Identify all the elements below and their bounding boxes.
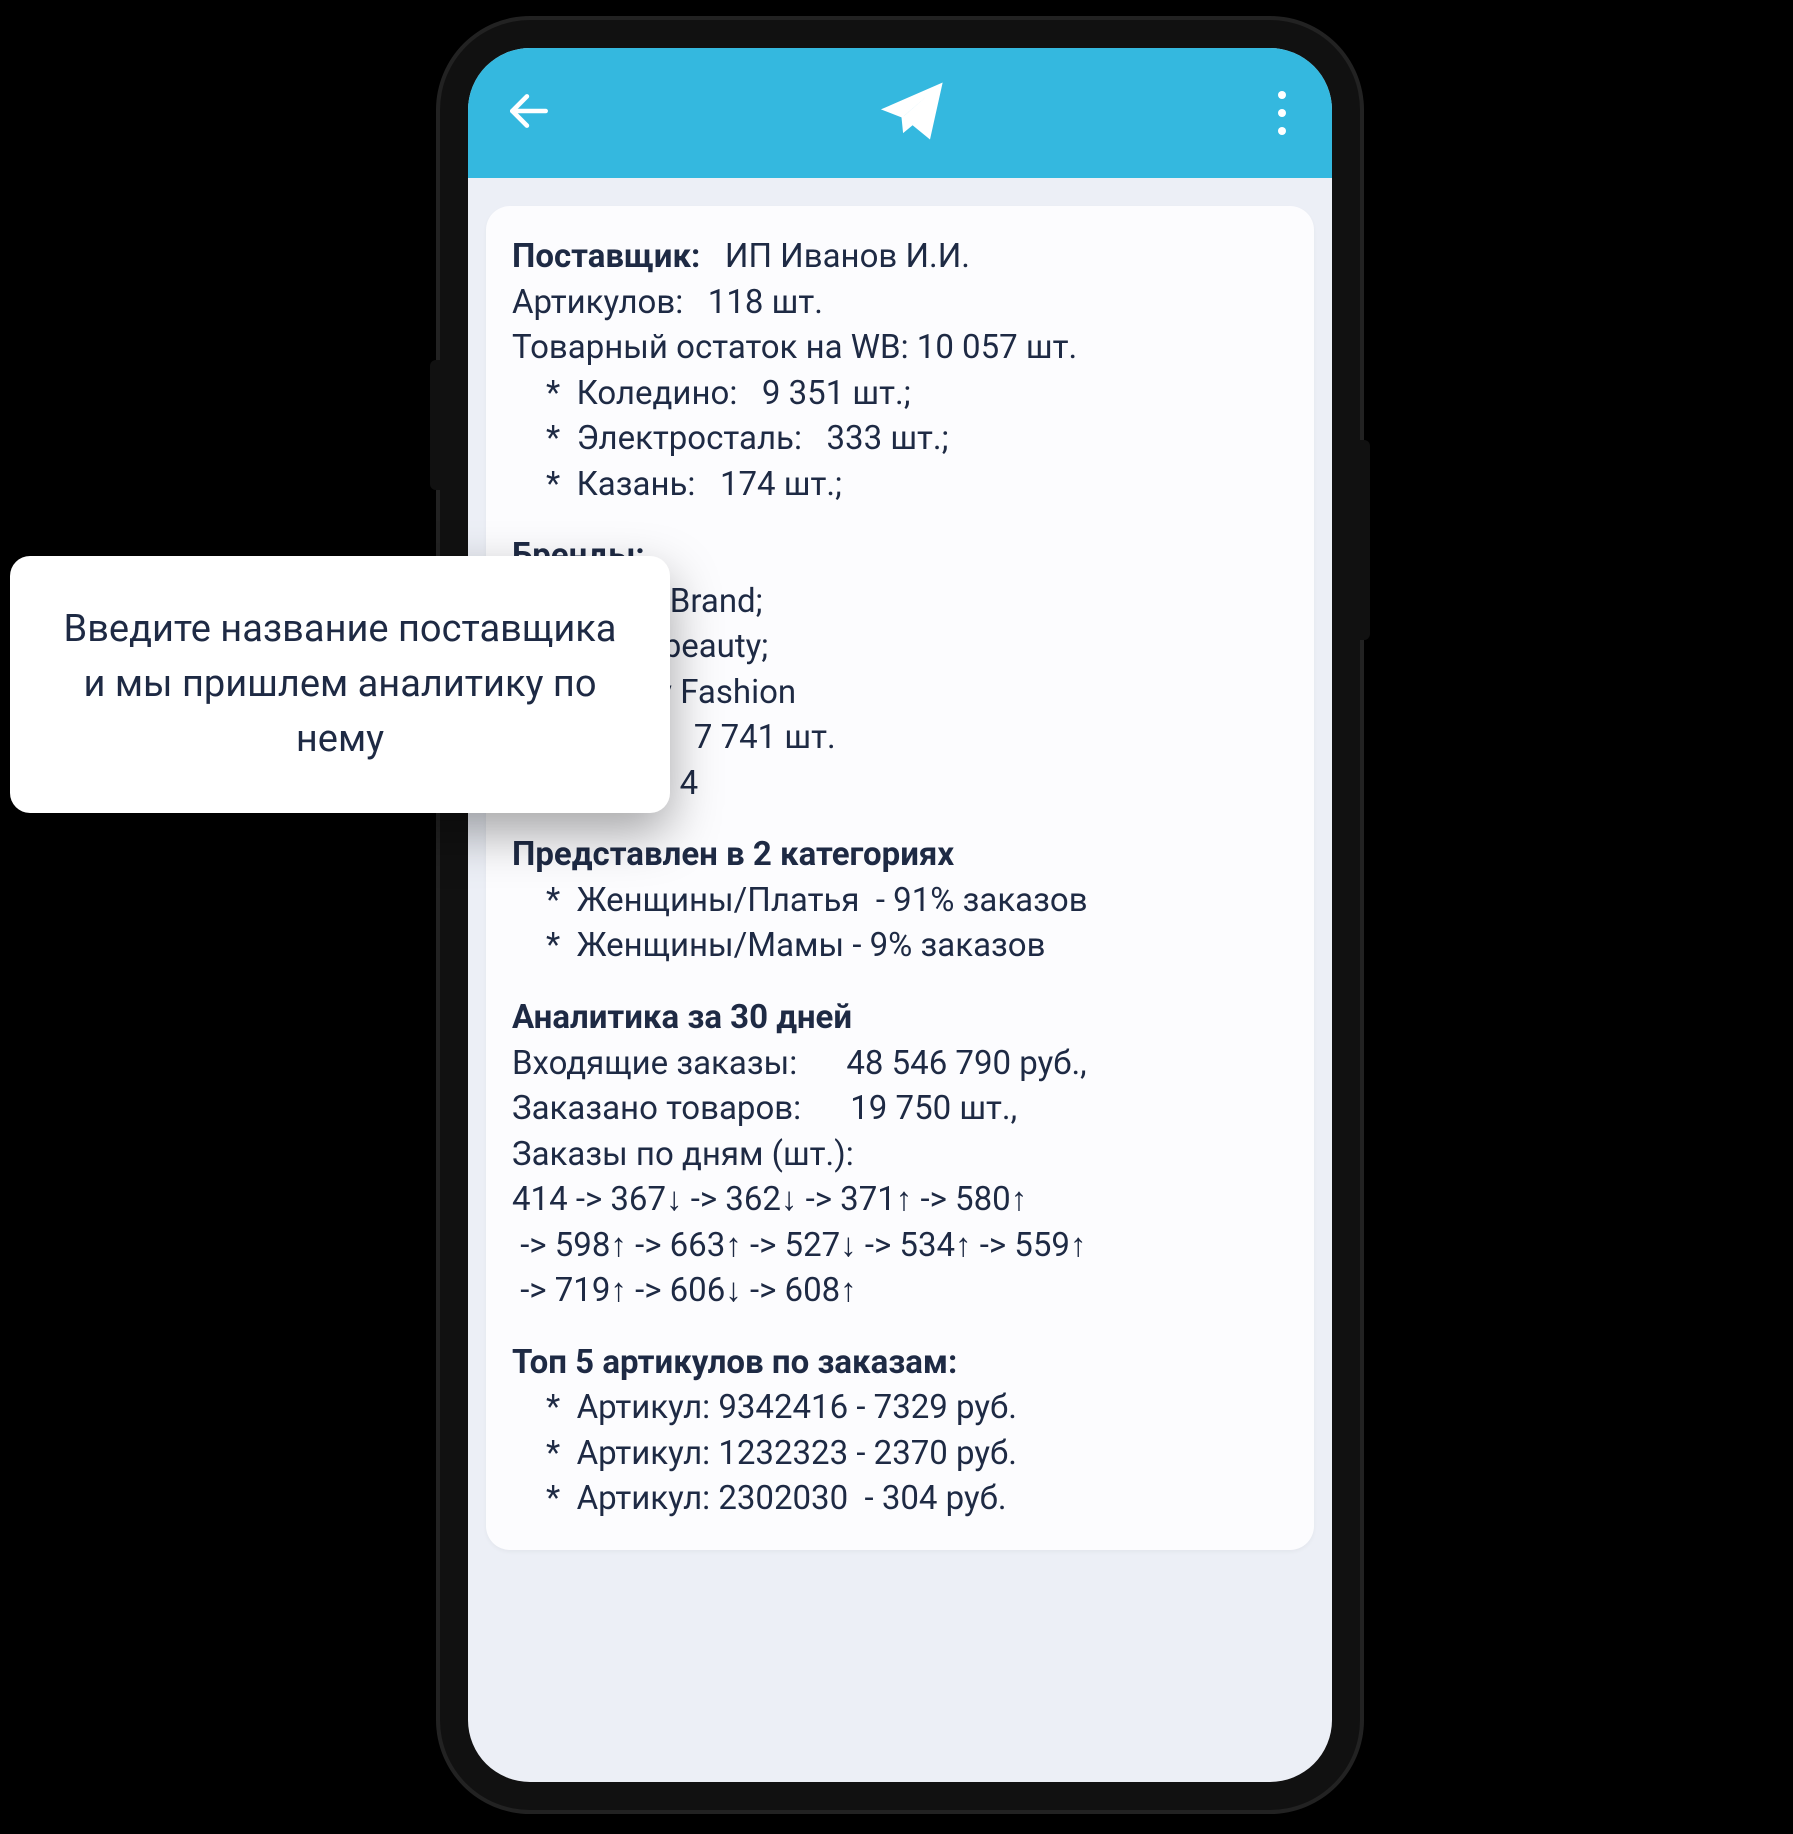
top5-header: Топ 5 артикулов по заказам: [512, 1340, 1288, 1386]
daily-line: -> 719↑ -> 606↓ -> 608↑ [512, 1268, 1288, 1314]
stock-row: Товарный остаток на WB: 10 057 шт. [512, 325, 1288, 371]
dot-icon [1278, 91, 1286, 99]
category-item: Женщины/Платья - 91% заказов [546, 878, 1288, 924]
incoming-row: Входящие заказы: 48 546 790 руб., [512, 1041, 1288, 1087]
dot-icon [1278, 109, 1286, 117]
daily-line: 414 -> 367↓ -> 362↓ -> 371↑ -> 580↑ [512, 1177, 1288, 1223]
phone-power-button [1360, 440, 1370, 640]
tooltip-card: Введите название поставщика и мы пришлем… [10, 556, 670, 813]
tooltip-text: Введите название поставщика и мы пришлем… [50, 602, 630, 767]
articles-row: Артикулов: 118 шт. [512, 280, 1288, 326]
chat-area: Поставщик: ИП Иванов И.И. Артикулов: 118… [468, 178, 1332, 1782]
phone-frame: Поставщик: ИП Иванов И.И. Артикулов: 118… [440, 20, 1360, 1810]
top5-list: Артикул: 9342416 - 7329 руб. Артикул: 12… [512, 1385, 1288, 1522]
phone-volume-button [430, 360, 440, 490]
phone-screen: Поставщик: ИП Иванов И.И. Артикулов: 118… [468, 48, 1332, 1782]
app-header [468, 48, 1332, 178]
ordered-row: Заказано товаров: 19 750 шт., [512, 1086, 1288, 1132]
top5-item: Артикул: 1232323 - 2370 руб. [546, 1431, 1288, 1477]
category-item: Женщины/Мамы - 9% заказов [546, 923, 1288, 969]
message-bubble: Поставщик: ИП Иванов И.И. Артикулов: 118… [486, 206, 1314, 1550]
supplier-row: Поставщик: ИП Иванов И.И. [512, 234, 1288, 280]
warehouse-item: Коледино: 9 351 шт.; [546, 371, 1288, 417]
dot-icon [1278, 127, 1286, 135]
warehouse-item: Казань: 174 шт.; [546, 462, 1288, 508]
categories-header: Представлен в 2 категориях [512, 832, 1288, 878]
warehouse-item: Электросталь: 333 шт.; [546, 416, 1288, 462]
back-button[interactable] [504, 86, 554, 140]
telegram-logo-icon [873, 73, 949, 153]
arrow-left-icon [504, 86, 554, 136]
analytics-header: Аналитика за 30 дней [512, 995, 1288, 1041]
top5-item: Артикул: 9342416 - 7329 руб. [546, 1385, 1288, 1431]
top5-item: Артикул: 2302030 - 304 руб. [546, 1476, 1288, 1522]
categories-list: Женщины/Платья - 91% заказов Женщины/Мам… [512, 878, 1288, 969]
daily-line: -> 598↑ -> 663↑ -> 527↓ -> 534↑ -> 559↑ [512, 1223, 1288, 1269]
daily-label: Заказы по дням (шт.): [512, 1132, 1288, 1178]
menu-button[interactable] [1268, 81, 1296, 145]
warehouse-list: Коледино: 9 351 шт.; Электросталь: 333 ш… [512, 371, 1288, 508]
